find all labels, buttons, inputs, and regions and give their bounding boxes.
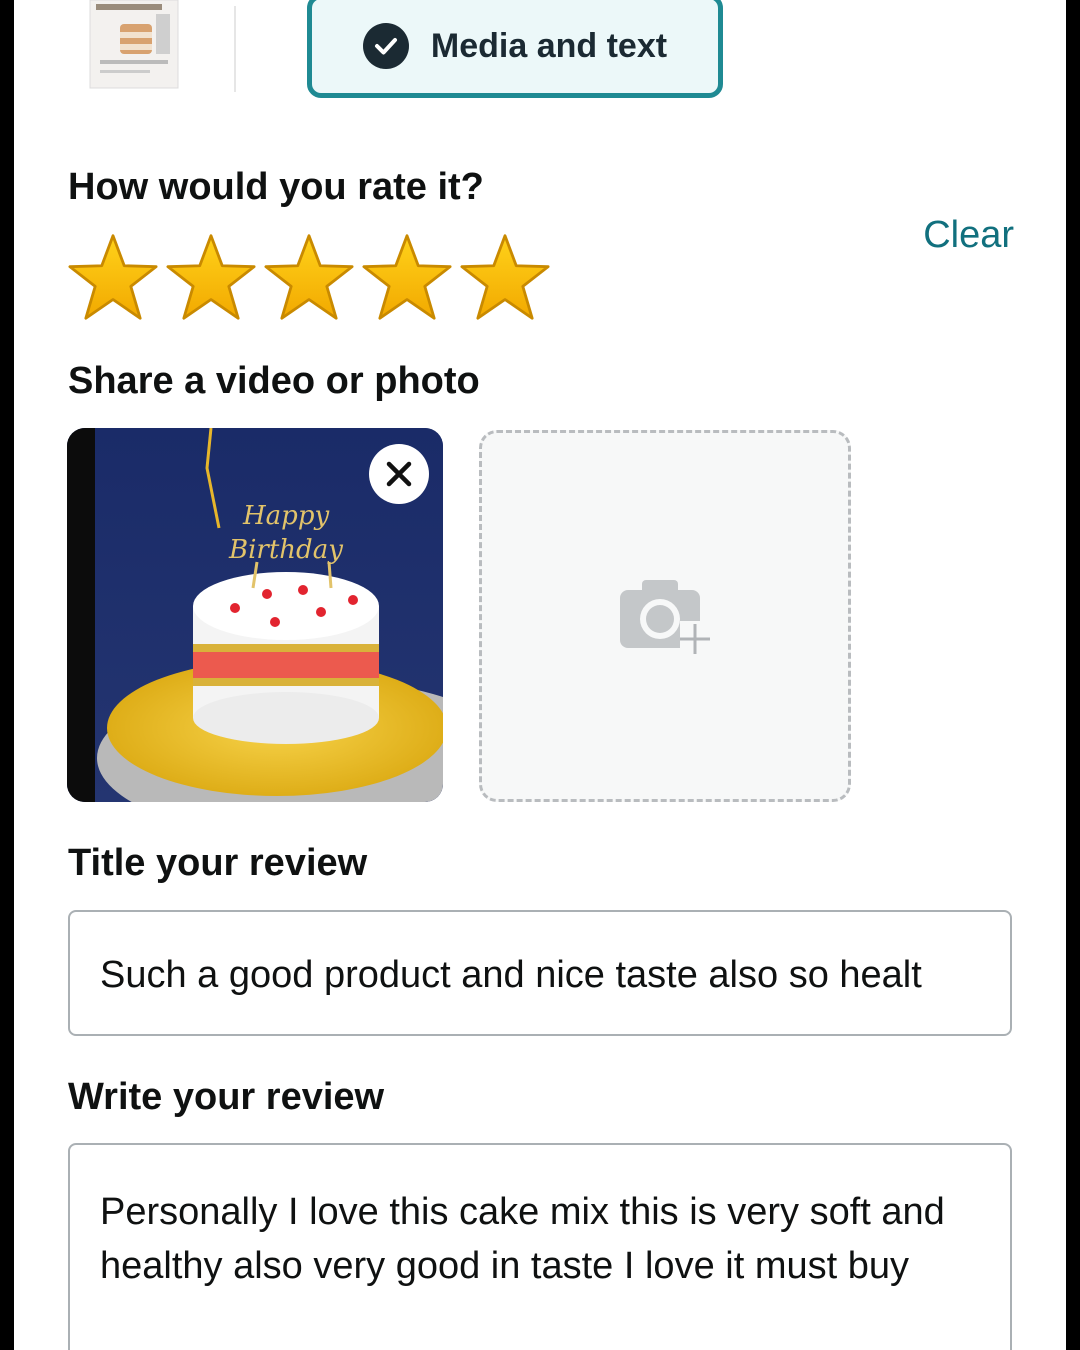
check-circle-icon — [362, 23, 409, 69]
rating-heading: How would you rate it? — [68, 166, 484, 208]
star-icon[interactable] — [360, 232, 454, 322]
remove-photo-button[interactable] — [369, 444, 429, 504]
title-heading: Title your review — [68, 842, 368, 884]
media-and-text-option[interactable]: Media and text — [307, 0, 723, 98]
close-icon — [386, 461, 412, 487]
product-thumbnail — [86, 0, 182, 90]
camera-add-icon — [620, 580, 710, 654]
star-icon[interactable] — [66, 232, 160, 322]
svg-text:Birthday: Birthday — [228, 535, 343, 565]
star-icon[interactable] — [262, 232, 356, 322]
add-photo-button[interactable] — [479, 430, 851, 802]
star-icon[interactable] — [164, 232, 258, 322]
uploaded-photo[interactable]: Happy Birthday — [67, 428, 443, 802]
review-title-input[interactable]: Such a good product and nice taste also … — [68, 910, 1012, 1036]
review-form: Media and text How would you rate it? Cl… — [14, 0, 1066, 1350]
review-body-textarea[interactable]: Personally I love this cake mix this is … — [68, 1143, 1012, 1350]
review-heading: Write your review — [68, 1076, 385, 1118]
divider — [234, 6, 236, 92]
clear-rating-link[interactable]: Clear — [923, 214, 1014, 257]
media-and-text-label: Media and text — [430, 26, 668, 65]
star-icon[interactable] — [458, 232, 552, 322]
media-heading: Share a video or photo — [68, 360, 480, 402]
svg-text:Happy: Happy — [242, 501, 329, 531]
star-rating[interactable] — [66, 232, 552, 322]
